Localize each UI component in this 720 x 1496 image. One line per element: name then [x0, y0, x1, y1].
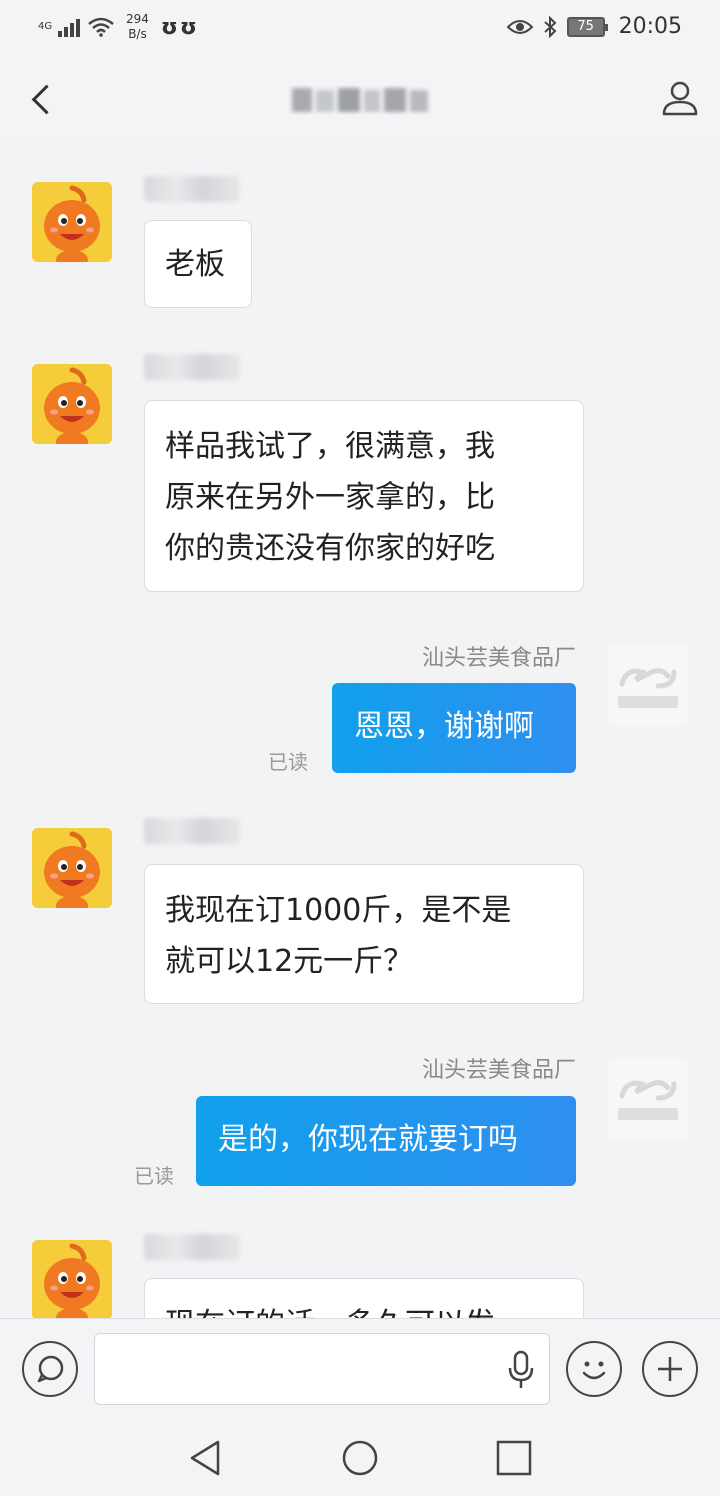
back-button[interactable] [22, 74, 66, 124]
eye-icon [506, 19, 533, 34]
smiley-icon [582, 1361, 606, 1380]
read-receipt: 已读 [134, 1164, 174, 1188]
chat-messages[interactable]: 老板 样品我试了，很满意，我 原来在另外一家拿的，比 你的贵还没有你家的好吃 汕… [0, 142, 720, 1318]
incoming-message-bubble[interactable]: 我现在订1000斤，是不是 就可以12元一斤？ [144, 864, 584, 1004]
contact-name-redacted [288, 84, 434, 116]
shop-avatar[interactable] [608, 1058, 688, 1138]
status-bar: 4G 294 B/s ʊʊ 75 20:05 [0, 0, 720, 56]
incoming-message-bubble[interactable]: 老板 [144, 220, 252, 308]
mascot-avatar-icon [32, 182, 112, 262]
status-left: 4G 294 B/s ʊʊ [38, 12, 199, 42]
profile-button[interactable] [660, 78, 700, 118]
message-input-bar [0, 1318, 720, 1420]
contact-name-redacted [144, 354, 240, 380]
message-text: 恩恩，谢谢啊 [354, 709, 534, 744]
bluetooth-icon [543, 15, 557, 38]
nav-back-button[interactable] [186, 1438, 226, 1478]
mascot-avatar-icon [32, 1240, 112, 1318]
message-input[interactable] [94, 1333, 550, 1405]
wifi-icon [88, 17, 114, 37]
mascot-avatar-icon [32, 364, 112, 444]
nav-home-button[interactable] [340, 1438, 380, 1478]
title-bar [0, 56, 720, 142]
message-text: 老板 [165, 247, 225, 282]
message-line: 你的贵还没有你家的好吃 [165, 531, 495, 566]
message-line: 就可以12元一斤？ [165, 944, 414, 979]
contact-name-redacted [144, 176, 240, 202]
emoji-button[interactable] [566, 1341, 622, 1397]
battery-icon: 75 [566, 16, 608, 37]
shop-avatar[interactable] [608, 646, 688, 726]
read-receipt: 已读 [268, 750, 308, 774]
mascot-avatar-icon [32, 828, 112, 908]
notification-icons: ʊʊ [160, 14, 199, 40]
network-type: 4G [38, 21, 53, 32]
contact-name-redacted [144, 818, 240, 844]
outgoing-message-bubble[interactable]: 是的，你现在就要订吗 [196, 1096, 576, 1186]
battery-level: 75 [577, 18, 594, 34]
speed-value: 294 [126, 12, 149, 26]
message-line: 我现在订1000斤，是不是 [165, 893, 512, 928]
status-right: 75 20:05 [506, 14, 682, 39]
microphone-button[interactable] [507, 1350, 535, 1390]
plus-icon [658, 1357, 682, 1381]
speech-bubble-icon [37, 1355, 64, 1383]
contact-avatar[interactable] [32, 1240, 112, 1318]
system-nav-bar [0, 1420, 720, 1496]
own-shop-name: 汕头芸美食品厂 [421, 646, 576, 671]
more-actions-button[interactable] [642, 1341, 698, 1397]
outgoing-message-bubble[interactable]: 恩恩，谢谢啊 [332, 683, 576, 773]
speed-unit: B/s [128, 27, 147, 41]
message-line: 现在订的话，多久可以发 [165, 1299, 563, 1318]
square-recents-icon [496, 1440, 532, 1476]
microphone-icon [508, 1350, 534, 1388]
contact-avatar[interactable] [32, 364, 112, 444]
alibaba-logo-icon [618, 668, 678, 708]
alibaba-logo-icon [618, 1080, 678, 1120]
contact-name-redacted [144, 1234, 240, 1260]
incoming-message-bubble[interactable]: 现在订的话，多久可以发 [144, 1278, 584, 1318]
contact-avatar[interactable] [32, 828, 112, 908]
clock: 20:05 [618, 14, 682, 39]
incoming-message-bubble[interactable]: 样品我试了，很满意，我 原来在另外一家拿的，比 你的贵还没有你家的好吃 [144, 400, 584, 592]
message-line: 样品我试了，很满意，我 [165, 429, 495, 464]
message-text: 是的，你现在就要订吗 [218, 1122, 518, 1157]
nav-recents-button[interactable] [494, 1438, 534, 1478]
signal-icon [58, 17, 80, 37]
person-icon [662, 81, 698, 116]
triangle-back-icon [190, 1440, 220, 1476]
contact-avatar[interactable] [32, 182, 112, 262]
message-line: 原来在另外一家拿的，比 [165, 480, 495, 515]
network-speed: 294 B/s [126, 12, 149, 42]
own-shop-name: 汕头芸美食品厂 [421, 1058, 576, 1083]
quick-reply-button[interactable] [22, 1341, 78, 1397]
circle-home-icon [342, 1440, 378, 1476]
